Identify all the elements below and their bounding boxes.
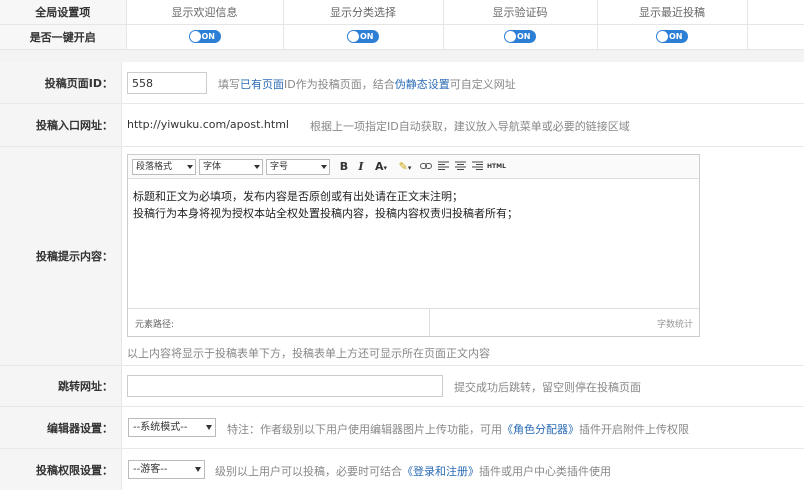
font-family-select[interactable]: 字体 (199, 158, 263, 175)
chevron-down-icon (187, 164, 193, 169)
editor-mode-select[interactable]: --系统模式-- (128, 418, 216, 437)
login-register-link[interactable]: 《登录和注册》 (402, 465, 479, 478)
toggle-knob (657, 31, 668, 43)
toggle-captcha[interactable]: ON (504, 30, 536, 44)
prompt-line: 标题和正文为必填项，发布内容是否原创或有出处请在正文末注明； (133, 190, 463, 203)
redirect-url-input[interactable] (127, 375, 443, 397)
font-color-icon: A (374, 160, 384, 173)
align-center-button[interactable] (453, 160, 467, 173)
redirect-row: 跳转网址： 提交成功后跳转，留空则停在投稿页面 (0, 366, 804, 407)
link-icon (420, 163, 432, 169)
link-button[interactable] (419, 160, 433, 173)
prompt-row: 投稿提示内容： 段落格式 字体 字号 B I A▾ ✎▾ HTML 标题和正文为… (0, 147, 804, 366)
element-path: 元素路径: (128, 309, 430, 336)
permission-hint: 级别以上用户可以投稿，必要时可结合《登录和注册》插件或用户中心类插件使用 (215, 465, 611, 478)
role-assigner-link[interactable]: 《角色分配器》 (502, 423, 579, 436)
editor-toolbar: 段落格式 字体 字号 B I A▾ ✎▾ HTML (128, 155, 699, 179)
chevron-down-icon (254, 164, 260, 169)
toggle-category[interactable]: ON (347, 30, 379, 44)
chevron-down-icon (321, 164, 327, 169)
section-gap (0, 50, 804, 62)
page-id-row: 投稿页面ID： 填写已有页面ID作为投稿页面，结合伪静态设置可自定义网址 (0, 62, 804, 104)
rewrite-settings-link[interactable]: 伪静态设置 (395, 78, 450, 91)
toggle-knob (189, 31, 201, 43)
bold-button[interactable]: B (337, 160, 351, 173)
align-center-icon (454, 161, 466, 170)
align-right-button[interactable] (470, 160, 484, 173)
toggle-knob (505, 31, 516, 43)
onekey-row: 是否一键开启 ON ON ON ON (0, 24, 804, 50)
permission-row: 投稿权限设置： --游客-- 级别以上用户可以投稿，必要时可结合《登录和注册》插… (0, 449, 804, 490)
editor-footer: 元素路径: 字数统计 (128, 308, 699, 336)
chevron-down-icon (195, 467, 201, 472)
col-show-recent: 显示最近投稿 (597, 0, 748, 25)
align-left-button[interactable] (436, 160, 450, 173)
existing-page-link[interactable]: 已有页面 (240, 78, 284, 91)
toggle-welcome[interactable]: ON (188, 30, 221, 44)
entry-url-row: 投稿入口网址： http://yiwuku.com/apost.html 根据上… (0, 104, 804, 147)
editor-setting-row: 编辑器设置： --系统模式-- 特注：作者级别以下用户使用编辑器图片上传功能，可… (0, 407, 804, 449)
global-row-label: 全局设置项 (0, 0, 127, 25)
html-source-button[interactable]: HTML (487, 163, 506, 170)
rich-text-editor[interactable]: 段落格式 字体 字号 B I A▾ ✎▾ HTML 标题和正文为必填项，发布内容… (127, 154, 700, 337)
editor-setting-label: 编辑器设置： (0, 407, 122, 448)
page-id-label: 投稿页面ID： (0, 62, 122, 103)
word-count: 字数统计 (656, 320, 693, 330)
prompt-label: 投稿提示内容： (0, 147, 122, 365)
permission-label: 投稿权限设置： (0, 449, 122, 490)
redirect-hint: 提交成功后跳转，留空则停在投稿页面 (454, 381, 641, 394)
page-id-input[interactable] (127, 72, 207, 94)
toggle-knob (348, 31, 359, 43)
prompt-note: 以上内容将显示于投稿表单下方，投稿表单上方还可显示所在页面正文内容 (127, 347, 490, 360)
align-left-icon (437, 161, 449, 170)
font-color-button[interactable]: A▾ (371, 160, 391, 173)
entry-url-value[interactable]: http://yiwuku.com/apost.html (127, 118, 289, 131)
toggle-recent[interactable]: ON (656, 30, 688, 44)
paragraph-format-select[interactable]: 段落格式 (132, 158, 196, 175)
editor-setting-hint: 特注：作者级别以下用户使用编辑器图片上传功能，可用《角色分配器》插件开启附件上传… (227, 423, 689, 436)
redirect-label: 跳转网址： (0, 366, 122, 406)
col-show-welcome: 显示欢迎信息 (126, 0, 284, 25)
editor-content[interactable]: 标题和正文为必填项，发布内容是否原创或有出处请在正文末注明； 投稿行为本身将视为… (128, 179, 699, 231)
onekey-label: 是否一键开启 (0, 24, 127, 50)
highlight-icon: ✎ (398, 160, 408, 173)
col-show-category: 显示分类选择 (283, 0, 444, 25)
font-size-select[interactable]: 字号 (266, 158, 330, 175)
global-header-row: 全局设置项 显示欢迎信息 显示分类选择 显示验证码 显示最近投稿 (0, 0, 804, 25)
col-show-captcha: 显示验证码 (443, 0, 598, 25)
prompt-line: 投稿行为本身将视为授权本站全权处置投稿内容，投稿内容权责归投稿者所有； (133, 207, 518, 220)
global-settings-table: 全局设置项 显示欢迎信息 显示分类选择 显示验证码 显示最近投稿 是否一键开启 … (0, 0, 804, 50)
entry-url-label: 投稿入口网址： (0, 104, 122, 146)
align-right-icon (471, 161, 483, 170)
page-id-hint: 填写已有页面ID作为投稿页面，结合伪静态设置可自定义网址 (218, 78, 516, 91)
italic-button[interactable]: I (354, 160, 368, 173)
permission-select[interactable]: --游客-- (128, 460, 205, 479)
entry-url-hint: 根据上一项指定ID自动获取，建议放入导航菜单或必要的链接区域 (310, 120, 630, 133)
highlight-button[interactable]: ✎▾ (394, 160, 416, 173)
chevron-down-icon (206, 425, 212, 430)
